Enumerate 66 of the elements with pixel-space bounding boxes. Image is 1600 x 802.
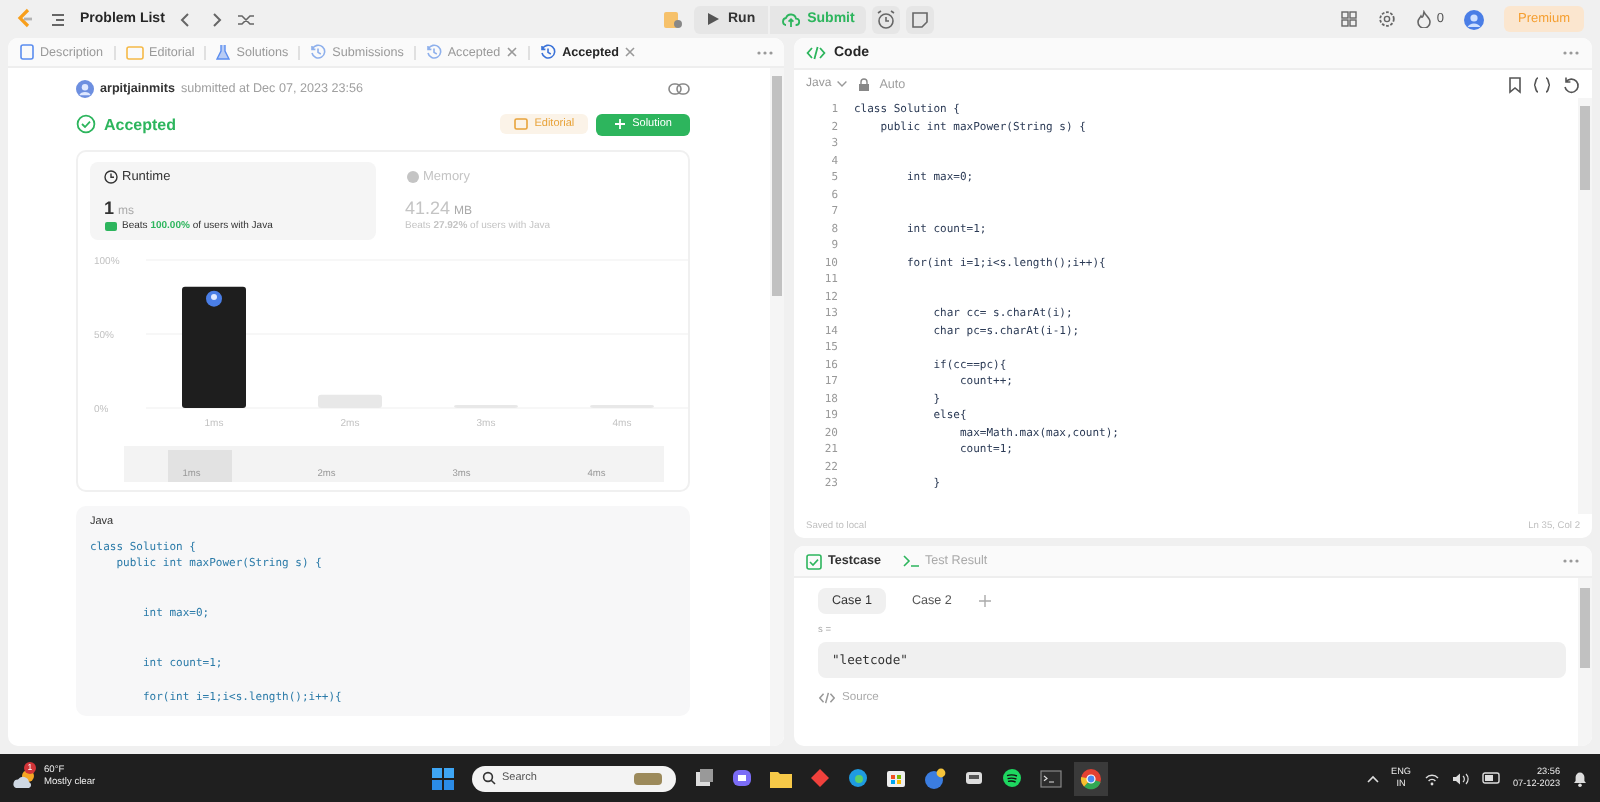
check-circle-icon — [76, 114, 96, 134]
chevron-right-icon[interactable] — [208, 11, 225, 27]
alarm-clock-icon[interactable] — [872, 5, 901, 33]
stat-value: 41.24 — [405, 198, 451, 218]
document-icon — [20, 44, 34, 60]
stat-value: 1 — [104, 198, 115, 218]
diamond-icon[interactable] — [810, 768, 830, 788]
history-icon — [425, 44, 442, 60]
flame-icon — [1416, 10, 1433, 28]
code-icon — [806, 46, 826, 60]
speaker-icon[interactable] — [1451, 771, 1469, 785]
checkbox-icon — [806, 553, 822, 569]
avatar-icon[interactable] — [1463, 9, 1484, 29]
settings-icon[interactable] — [1378, 10, 1397, 28]
folder-icon[interactable] — [770, 769, 792, 787]
task-view-icon[interactable] — [694, 768, 714, 788]
scrollbar[interactable] — [1578, 578, 1592, 746]
chat-icon[interactable] — [732, 768, 752, 788]
terminal-icon — [901, 554, 919, 568]
more-icon[interactable] — [1562, 50, 1580, 56]
chrome-icon[interactable] — [1080, 767, 1102, 789]
chevron-up-icon[interactable] — [1365, 773, 1380, 783]
car-icon[interactable] — [964, 769, 984, 787]
close-icon[interactable] — [506, 46, 519, 58]
braces-icon[interactable] — [1532, 75, 1552, 93]
windows-icon[interactable] — [432, 767, 454, 789]
code-icon — [818, 692, 836, 704]
avatar-icon — [76, 79, 94, 97]
badge-icon — [104, 220, 118, 232]
book-icon — [125, 45, 143, 59]
terminal-icon[interactable] — [1040, 769, 1062, 787]
list-icon — [50, 11, 66, 27]
scrollbar[interactable] — [1578, 98, 1592, 514]
chip-icon — [405, 170, 419, 184]
notification-icon[interactable] — [1572, 769, 1588, 787]
music-app-icon[interactable] — [1002, 768, 1022, 788]
book-icon — [514, 118, 529, 130]
globe-icon[interactable] — [924, 767, 946, 789]
cloud-upload-icon — [781, 11, 800, 27]
browser-icon[interactable] — [848, 768, 868, 788]
lock-icon — [857, 77, 870, 91]
clock-icon — [104, 170, 118, 184]
flask-icon — [216, 44, 231, 60]
more-icon[interactable] — [1562, 558, 1580, 564]
plus-icon — [614, 118, 627, 130]
status-text: Accepted — [104, 115, 177, 133]
store-icon[interactable] — [886, 768, 906, 788]
history-icon — [540, 44, 557, 60]
reset-icon[interactable] — [1562, 75, 1580, 93]
histogram-bar[interactable] — [182, 286, 246, 408]
history-icon — [310, 44, 327, 60]
chevron-down-icon — [835, 80, 848, 88]
bookmark-icon[interactable] — [1508, 75, 1522, 93]
note-icon[interactable] — [906, 5, 935, 33]
battery-icon[interactable] — [1481, 772, 1501, 784]
more-icon[interactable] — [756, 49, 774, 55]
close-icon[interactable] — [624, 46, 637, 58]
play-icon — [706, 12, 720, 26]
debug-icon[interactable] — [660, 7, 684, 31]
scrollbar[interactable] — [770, 68, 784, 746]
avatar-icon — [206, 290, 222, 307]
wifi-icon[interactable] — [1423, 771, 1439, 785]
shuffle-icon[interactable] — [238, 11, 257, 27]
link-icon[interactable] — [668, 81, 690, 95]
layout-grid-icon[interactable] — [1340, 10, 1359, 28]
chevron-left-icon[interactable] — [178, 11, 195, 27]
